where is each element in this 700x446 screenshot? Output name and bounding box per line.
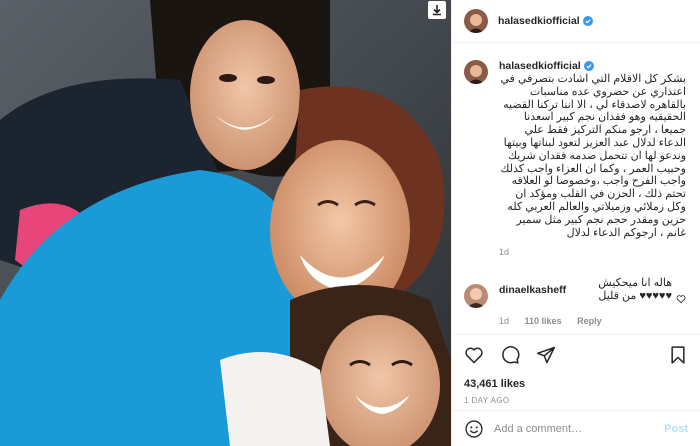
caption-username[interactable]: halasedkiofficial [499, 60, 581, 72]
likes-count[interactable]: 43,461 likes [464, 378, 688, 390]
post-time-ago[interactable]: 1 DAY AGO [464, 396, 688, 405]
bookmark-icon[interactable] [668, 345, 688, 365]
comment-time[interactable]: 1d [499, 316, 509, 326]
add-comment-bar: Post [452, 410, 700, 446]
author-username[interactable]: halasedkiofficial [498, 15, 580, 27]
avatar[interactable] [464, 60, 488, 84]
avatar[interactable] [464, 284, 488, 308]
verified-badge-icon [583, 61, 594, 71]
emoji-icon[interactable] [464, 419, 484, 439]
verified-badge-icon [582, 16, 593, 26]
post-actions: 43,461 likes 1 DAY AGO [452, 334, 700, 405]
post-button[interactable]: Post [664, 423, 688, 435]
post-header: halasedkiofficial [452, 0, 700, 43]
comment-icon[interactable] [500, 345, 520, 365]
avatar[interactable] [464, 9, 488, 33]
reply-button[interactable]: Reply [577, 316, 602, 326]
heart-icon[interactable] [464, 345, 484, 365]
download-icon [433, 5, 441, 16]
post-side-panel: halasedkiofficial halasedkiofficial بشكر… [451, 0, 700, 446]
caption-time[interactable]: 1d [499, 247, 509, 257]
comment-input[interactable] [494, 422, 665, 435]
download-button[interactable] [428, 1, 446, 19]
comment-meta: 1d 110 likes Reply [499, 316, 688, 326]
post-photo[interactable] [0, 0, 451, 446]
action-icons-row [464, 343, 688, 367]
caption-comment: halasedkiofficial بشكر كل الاقلام التي ا… [464, 60, 688, 257]
caption-meta: 1d [499, 247, 688, 257]
photo-illustration [0, 0, 451, 446]
share-icon[interactable] [536, 345, 556, 365]
caption-text: بشكر كل الاقلام التي اشادت بتصرفي في اعت… [500, 73, 686, 239]
comment-username[interactable]: dinaelkasheff [499, 284, 566, 296]
comment-text: هاله انا ميحكيش ♥♥♥♥♥ من قليل [598, 277, 672, 302]
comment-like-heart-icon[interactable] [676, 294, 686, 304]
comment-likes[interactable]: 110 likes [525, 316, 562, 326]
comment-item: dinaelkasheff هاله انا ميحكيش ♥♥♥♥♥ من ق… [464, 277, 688, 326]
instagram-post-view: halasedkiofficial halasedkiofficial بشكر… [0, 0, 700, 446]
